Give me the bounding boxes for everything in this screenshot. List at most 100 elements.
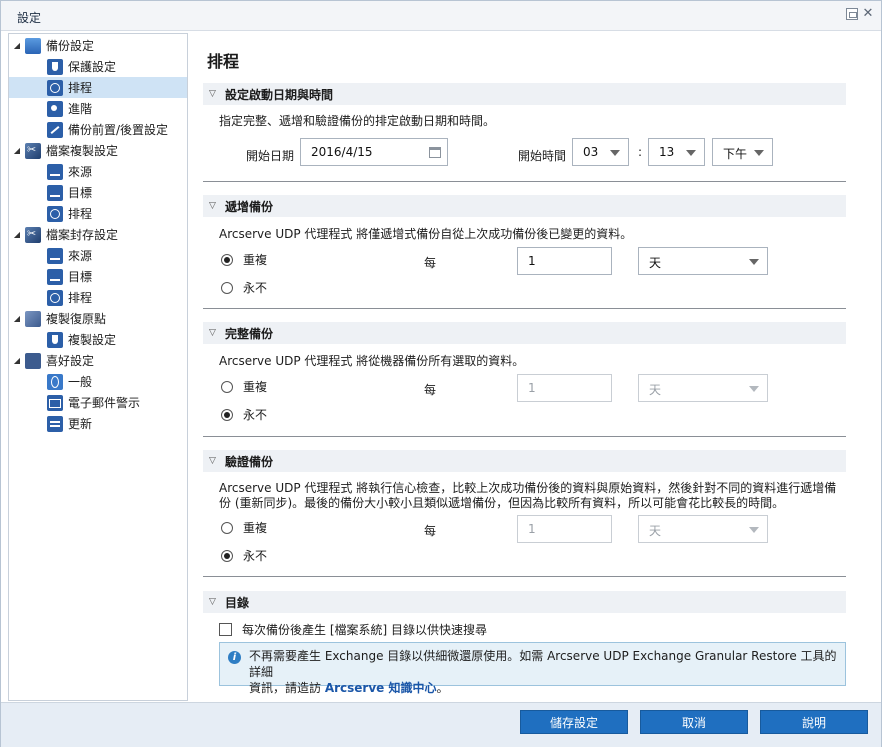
tree-item[interactable]: 排程 [9,77,187,98]
section-title: 設定啟動日期與時間 [225,87,334,102]
section-title: 遞增備份 [225,199,274,214]
tree-item[interactable]: ◢ 檔案封存設定 [9,224,187,245]
tree-item-label: 進階 [68,102,93,116]
cancel-button[interactable]: 取消 [640,710,748,734]
tree-item[interactable]: ◢ 喜好設定 [9,350,187,371]
replicate-icon [25,310,41,327]
tree-item[interactable]: 更新 [9,413,187,434]
expand-toggle-icon[interactable]: ◢ [12,41,22,50]
tree-item-label: 更新 [68,417,93,431]
tree-item[interactable]: 備份前置/後置設定 [9,119,187,140]
incremental-repeat-radio[interactable]: 重複 [221,251,267,268]
start-minute-select[interactable]: 13 [648,138,705,166]
tree-item[interactable]: 來源 [9,161,187,182]
catalog-header[interactable]: ▽ 目錄 [203,591,846,613]
ampm-value: 下午 [723,147,748,161]
tree-item[interactable]: 目標 [9,182,187,203]
start-hour-select[interactable]: 03 [572,138,629,166]
tree-item-label: 保護設定 [68,60,117,74]
verify-never-radio[interactable]: 永不 [221,547,267,564]
calendar-icon[interactable] [429,147,441,158]
start-ampm-select[interactable]: 下午 [712,138,773,166]
page-title: 排程 [207,52,240,71]
tree-item[interactable]: 目標 [9,266,187,287]
tree-item[interactable]: ◢ 備份設定 [9,35,187,56]
radio-label: 重複 [243,380,268,394]
hour-value: 03 [583,145,599,159]
clock-icon [47,289,63,306]
info-text-end: 。 [436,681,449,695]
tree-item-label: 排程 [68,207,93,221]
collapse-chevron-icon: ▽ [209,456,216,466]
expand-toggle-icon[interactable]: ◢ [12,356,22,365]
interval-value: 1 [528,254,536,268]
collapse-chevron-icon: ▽ [209,328,216,338]
update-icon [47,415,63,432]
tree-item-label: 備份前置/後置設定 [68,123,169,137]
full-never-radio[interactable]: 永不 [221,406,267,423]
tree-item[interactable]: 保護設定 [9,56,187,77]
tree-item[interactable]: ◢ 複製復原點 [9,308,187,329]
gear-icon [47,100,63,117]
incremental-backup-header[interactable]: ▽ 遞增備份 [203,195,846,217]
radio-label: 永不 [243,549,268,563]
clock-icon [47,205,63,222]
tree-item[interactable]: ◢ 檔案複製設定 [9,140,187,161]
incremental-interval-input[interactable]: 1 [517,247,612,275]
knowledge-center-link[interactable]: Arcserve 知識中心 [325,681,437,695]
every-label: 每 [424,383,437,397]
globe-icon [47,373,63,390]
chevron-down-icon [749,386,759,392]
close-icon[interactable]: ✕ [862,7,874,20]
tree-item-label: 目標 [68,186,93,200]
shield-icon [47,331,63,348]
full-repeat-radio[interactable]: 重複 [221,378,267,395]
chevron-down-icon [686,150,696,156]
tree-item-label: 來源 [68,249,93,263]
save-settings-button[interactable]: 儲存設定 [520,710,628,734]
start-datetime-header[interactable]: ▽ 設定啟動日期與時間 [203,83,846,105]
radio-selected-icon [221,253,233,266]
start-date-value: 2016/4/15 [311,145,373,159]
restore-icon[interactable] [846,8,858,20]
tree-item[interactable]: 排程 [9,287,187,308]
tree-item[interactable]: 電子郵件警示 [9,392,187,413]
full-unit-select[interactable]: 天 [638,374,768,402]
start-date-label: 開始日期 [246,149,295,163]
network-icon [47,268,63,285]
section-divider [203,181,846,182]
tree-item[interactable]: 排程 [9,203,187,224]
verify-repeat-radio[interactable]: 重複 [221,519,267,536]
expand-toggle-icon[interactable]: ◢ [12,146,22,155]
help-button[interactable]: 說明 [760,710,868,734]
catalog-checkbox[interactable]: 每次備份後產生 [檔案系統] 目錄以供快速搜尋 [219,621,487,638]
info-icon: i [228,651,241,664]
wrench-icon [47,121,63,138]
network-icon [47,163,63,180]
chevron-down-icon [749,259,759,265]
network-icon [47,247,63,264]
title-bar: 設定 ✕ [1,1,881,31]
exchange-info-box: i 不再需要產生 Exchange 目錄以供細微還原使用。如需 Arcserve… [219,642,846,695]
tree-item[interactable]: 進階 [9,98,187,119]
verify-unit-select[interactable]: 天 [638,515,768,543]
verify-interval-input[interactable]: 1 [517,515,612,543]
start-date-field[interactable]: 2016/4/15 [300,138,448,166]
incremental-never-radio[interactable]: 永不 [221,279,267,296]
tree-item[interactable]: 複製設定 [9,329,187,350]
info-text-line2: 資訊，請造訪 [249,681,325,695]
expand-toggle-icon[interactable]: ◢ [12,230,22,239]
incremental-description: Arcserve UDP 代理程式 將僅遞增式備份自從上次成功備份後已變更的資料… [219,227,633,241]
full-backup-header[interactable]: ▽ 完整備份 [203,322,846,344]
verify-backup-header[interactable]: ▽ 驗證備份 [203,450,846,472]
incremental-unit-select[interactable]: 天 [638,247,768,275]
full-interval-input[interactable]: 1 [517,374,612,402]
radio-label: 永不 [243,281,268,295]
tree-item[interactable]: 來源 [9,245,187,266]
clock-icon [47,79,63,96]
tree-item[interactable]: 一般 [9,371,187,392]
expand-toggle-icon[interactable]: ◢ [12,314,22,323]
tree-item-label: 排程 [68,291,93,305]
settings-tree: ◢備份設定保護設定排程進階備份前置/後置設定◢檔案複製設定來源目標排程◢檔案封存… [8,33,188,701]
preferences-icon [25,352,41,369]
